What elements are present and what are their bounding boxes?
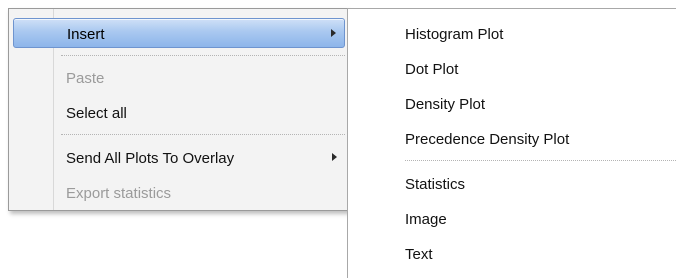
chevron-right-icon — [331, 29, 336, 37]
menu-item-select-all[interactable]: Select all — [13, 98, 345, 128]
submenu-item-text[interactable]: Text — [348, 238, 676, 268]
chevron-right-icon — [332, 153, 337, 161]
context-menu: Insert Paste Select all Send All Plots T… — [8, 8, 350, 211]
submenu-item-label: Density Plot — [405, 96, 486, 113]
menu-separator — [61, 134, 345, 135]
insert-submenu: Histogram Plot Dot Plot Density Plot Pre… — [347, 8, 676, 278]
submenu-item-label: Image — [405, 211, 447, 228]
menu-item-label: Paste — [66, 70, 105, 87]
submenu-item-label: Histogram Plot — [405, 26, 504, 43]
menu-item-export-statistics: Export statistics — [13, 178, 345, 208]
menu-separator — [61, 55, 345, 56]
menu-item-send-all-plots-to-overlay[interactable]: Send All Plots To Overlay — [13, 143, 345, 173]
submenu-item-precedence-density-plot[interactable]: Precedence Density Plot — [348, 123, 676, 153]
submenu-item-label: Precedence Density Plot — [405, 131, 570, 148]
menu-item-label: Send All Plots To Overlay — [66, 150, 235, 167]
submenu-item-label: Dot Plot — [405, 61, 459, 78]
submenu-item-density-plot[interactable]: Density Plot — [348, 88, 676, 118]
submenu-item-image[interactable]: Image — [348, 203, 676, 233]
submenu-item-dot-plot[interactable]: Dot Plot — [348, 53, 676, 83]
menu-item-paste: Paste — [13, 63, 345, 93]
menu-item-label: Export statistics — [66, 185, 172, 202]
submenu-item-histogram-plot[interactable]: Histogram Plot — [348, 18, 676, 48]
menu-item-insert[interactable]: Insert — [13, 18, 345, 48]
submenu-item-statistics[interactable]: Statistics — [348, 168, 676, 198]
submenu-item-label: Statistics — [405, 176, 466, 193]
submenu-item-label: Text — [405, 246, 433, 263]
submenu-separator — [405, 160, 676, 161]
menu-item-label: Insert — [67, 26, 105, 43]
menu-item-label: Select all — [66, 105, 127, 122]
